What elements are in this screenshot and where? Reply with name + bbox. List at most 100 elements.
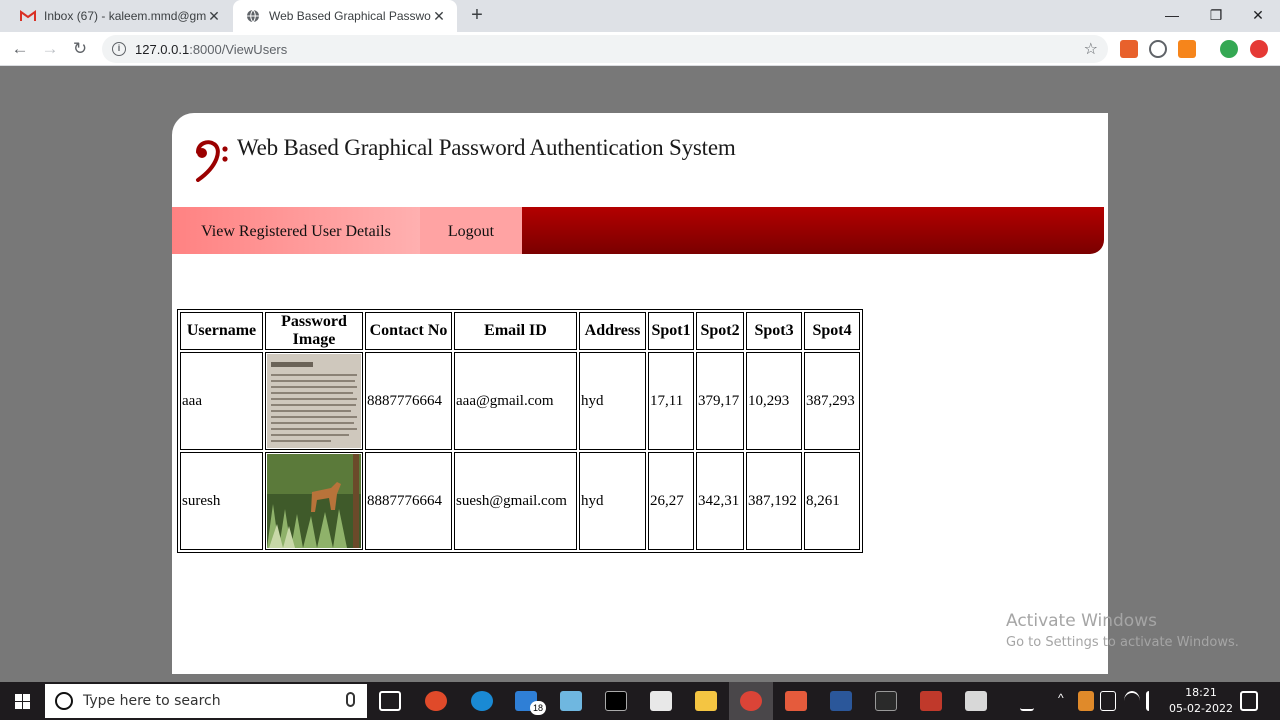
close-tab-icon[interactable]: ✕ (206, 8, 222, 25)
cell-password-image (265, 452, 363, 550)
windows-taskbar: Type here to search 18 ^ 18:21 05-02-202… (0, 682, 1280, 720)
activate-windows-watermark: Activate Windows Go to Settings to activ… (1006, 611, 1239, 650)
site-info-icon[interactable]: i (112, 42, 126, 56)
url-path: :8000/ViewUsers (189, 41, 288, 57)
word-icon[interactable] (830, 691, 852, 711)
profile-avatar-icon[interactable] (1220, 40, 1238, 58)
taskbar-search-box[interactable]: Type here to search (45, 684, 367, 718)
cell-spot2: 379,17 (696, 352, 744, 450)
new-tab-button[interactable]: + (466, 4, 488, 26)
mail-badge: 18 (530, 701, 546, 715)
opera-extension-icon[interactable] (1250, 40, 1268, 58)
cell-username: suresh (180, 452, 263, 550)
minimize-button[interactable]: — (1150, 0, 1194, 30)
cell-contact: 8887776664 (365, 452, 452, 550)
table-header-row: Username Password Image Contact No Email… (180, 312, 860, 350)
cell-spot4: 387,293 (804, 352, 860, 450)
column-header-spot4: Spot4 (804, 312, 860, 350)
page-container: Web Based Graphical Password Authenticat… (172, 113, 1108, 674)
cell-email: aaa@gmail.com (454, 352, 577, 450)
tray-chevron-up-icon[interactable]: ^ (1058, 691, 1070, 711)
tray-app-icon[interactable] (1078, 691, 1094, 711)
metamask-fox-icon[interactable] (1178, 40, 1196, 58)
bookmark-star-icon[interactable]: ☆ (1084, 39, 1098, 59)
tab-title: Inbox (67) - kaleem.mmd@gmail.com (44, 9, 206, 23)
app-orange-icon[interactable] (785, 691, 807, 711)
store-icon[interactable] (650, 691, 672, 711)
forward-icon[interactable]: → (38, 37, 62, 61)
nav-logout[interactable]: Logout (420, 207, 522, 254)
bass-clef-logo-icon (196, 140, 228, 182)
url-text: 127.0.0.1:8000/ViewUsers (135, 42, 287, 57)
table-row: aaa 8887776664 aaa@gmail.com hyd 17,11 3… (180, 352, 860, 450)
task-view-icon[interactable] (379, 691, 401, 711)
cell-spot2: 342,31 (696, 452, 744, 550)
browser-toolbar: ← → ↻ i 127.0.0.1:8000/ViewUsers ☆ (0, 32, 1280, 66)
system-clock[interactable]: 18:21 05-02-2022 (1168, 685, 1234, 717)
address-bar[interactable]: i 127.0.0.1:8000/ViewUsers ☆ (102, 35, 1108, 63)
search-placeholder: Type here to search (83, 693, 221, 709)
back-icon[interactable]: ← (8, 37, 32, 61)
cell-spot1: 17,11 (648, 352, 694, 450)
windows-start-icon[interactable] (0, 682, 45, 720)
nav-view-registered-users[interactable]: View Registered User Details (172, 207, 420, 254)
wifi-icon[interactable] (1124, 691, 1140, 711)
clock-date: 05-02-2022 (1169, 702, 1233, 715)
tab-gmail-inbox[interactable]: Inbox (67) - kaleem.mmd@gmail.com ✕ (8, 0, 232, 32)
close-tab-icon[interactable]: ✕ (431, 8, 447, 25)
people-icon[interactable] (1020, 691, 1034, 711)
column-header-password-image: Password Image (265, 312, 363, 350)
microphone-icon[interactable] (346, 692, 355, 707)
close-window-button[interactable]: ✕ (1236, 0, 1280, 30)
column-header-contact: Contact No (365, 312, 452, 350)
column-header-spot2: Spot2 (696, 312, 744, 350)
browser-tab-strip: Inbox (67) - kaleem.mmd@gmail.com ✕ Web … (0, 0, 1280, 32)
password-image-deer-photo (267, 454, 361, 548)
chrome-icon[interactable] (740, 691, 762, 711)
cell-username: aaa (180, 352, 263, 450)
clock-time: 18:21 (1185, 686, 1217, 699)
column-header-spot3: Spot3 (746, 312, 802, 350)
table-row: suresh 8887776664 suesh@gmail.com hyd 26… (180, 452, 860, 550)
volume-icon[interactable] (1146, 691, 1162, 711)
cell-address: hyd (579, 352, 646, 450)
reload-icon[interactable]: ↻ (68, 37, 92, 61)
main-nav: View Registered User Details Logout (172, 207, 1104, 254)
cell-spot4: 8,261 (804, 452, 860, 550)
watermark-line1: Activate Windows (1006, 611, 1157, 631)
cell-spot3: 10,293 (746, 352, 802, 450)
notification-center-icon[interactable] (1240, 691, 1258, 711)
password-image-document-photo (267, 354, 361, 448)
document-icon[interactable] (965, 691, 987, 711)
restore-button[interactable]: ❐ (1194, 0, 1238, 30)
cell-email: suesh@gmail.com (454, 452, 577, 550)
extension-off-icon[interactable] (1120, 40, 1138, 58)
tab-title: Web Based Graphical Password Authenticat… (269, 9, 431, 23)
column-header-address: Address (579, 312, 646, 350)
cortana-icon (55, 692, 73, 710)
globe-icon (245, 8, 261, 24)
cell-spot1: 26,27 (648, 452, 694, 550)
url-host: 127.0.0.1 (135, 41, 190, 57)
gmail-icon (20, 8, 36, 24)
nav-bar-fill (522, 207, 1104, 254)
app-dark-red-icon[interactable] (920, 691, 942, 711)
file-explorer-icon[interactable] (695, 691, 717, 711)
tab-graphical-password[interactable]: Web Based Graphical Password Authenticat… (233, 0, 457, 32)
column-header-spot1: Spot1 (648, 312, 694, 350)
cell-address: hyd (579, 452, 646, 550)
cell-contact: 8887776664 (365, 352, 452, 450)
language-icon[interactable] (1100, 691, 1116, 711)
column-header-username: Username (180, 312, 263, 350)
cell-password-image (265, 352, 363, 450)
app-red-icon[interactable] (425, 691, 447, 711)
edge-icon[interactable] (471, 691, 493, 711)
cell-spot3: 387,192 (746, 452, 802, 550)
column-header-email: Email ID (454, 312, 577, 350)
extension-search-icon[interactable] (1149, 40, 1167, 58)
registered-users-table: Username Password Image Contact No Email… (177, 309, 863, 553)
app-blue-icon[interactable] (560, 691, 582, 711)
watermark-line2: Go to Settings to activate Windows. (1006, 635, 1239, 650)
terminal-icon[interactable] (605, 691, 627, 711)
mysql-icon[interactable] (875, 691, 897, 711)
